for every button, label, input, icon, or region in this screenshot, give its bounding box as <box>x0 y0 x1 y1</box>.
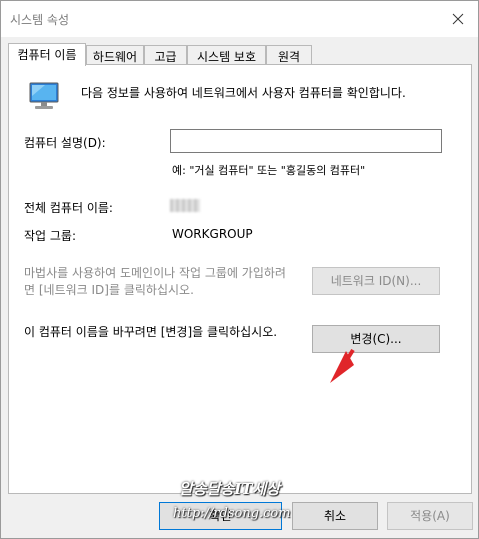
info-text: 다음 정보를 사용하여 네트워크에서 사용자 컴퓨터를 확인합니다. <box>81 86 406 100</box>
title-bar[interactable]: 시스템 속성 <box>1 1 478 37</box>
computer-monitor-icon <box>29 82 59 109</box>
tab-label: 시스템 보호 <box>196 50 256 64</box>
watermark-url: http://rdsong.com <box>173 506 291 521</box>
computer-name-panel: 다음 정보를 사용하여 네트워크에서 사용자 컴퓨터를 확인합니다. 컴퓨터 설… <box>8 64 472 494</box>
workgroup-value: WORKGROUP <box>172 227 253 241</box>
network-id-button[interactable]: 네트워크 ID(N)... <box>312 267 440 295</box>
tab-label: 원격 <box>277 50 301 64</box>
computer-description-input[interactable] <box>170 129 442 153</box>
full-computer-name-label: 전체 컴퓨터 이름: <box>24 201 113 215</box>
rename-instructions: 이 컴퓨터 이름을 바꾸려면 [변경]을 클릭하십시오. <box>24 325 278 339</box>
example-text: 예: "거실 컴퓨터" 또는 "홍길동의 컴퓨터" <box>172 164 366 177</box>
tab-remote[interactable]: 원격 <box>266 45 312 65</box>
tab-system-protection[interactable]: 시스템 보호 <box>187 45 266 65</box>
workgroup-label: 작업 그룹: <box>24 229 77 243</box>
tab-hardware[interactable]: 하드웨어 <box>86 45 144 65</box>
system-properties-window: 시스템 속성 컴퓨터 이름 하드웨어 고급 시스템 보호 원격 다음 정보를 사… <box>0 0 479 539</box>
description-label: 컴퓨터 설명(D): <box>24 136 106 150</box>
wizard-instructions: 마법사를 사용하여 도메인이나 작업 그룹에 가입하려면 [네트워크 ID]를 … <box>24 266 286 297</box>
tab-advanced[interactable]: 고급 <box>144 45 187 65</box>
cancel-button[interactable]: 취소 <box>292 502 378 530</box>
tab-computer-name[interactable]: 컴퓨터 이름 <box>8 43 86 66</box>
tab-label: 고급 <box>154 50 177 64</box>
tab-label: 컴퓨터 이름 <box>17 48 77 62</box>
full-computer-name-value-redacted <box>170 199 200 212</box>
watermark-title: 알송달송IT세상 <box>179 480 280 498</box>
apply-button[interactable]: 적용(A) <box>387 502 473 530</box>
close-button[interactable] <box>438 1 478 37</box>
red-arrow-icon <box>330 349 355 383</box>
window-title: 시스템 속성 <box>10 13 70 27</box>
tab-label: 하드웨어 <box>92 50 138 64</box>
close-icon <box>452 13 464 25</box>
